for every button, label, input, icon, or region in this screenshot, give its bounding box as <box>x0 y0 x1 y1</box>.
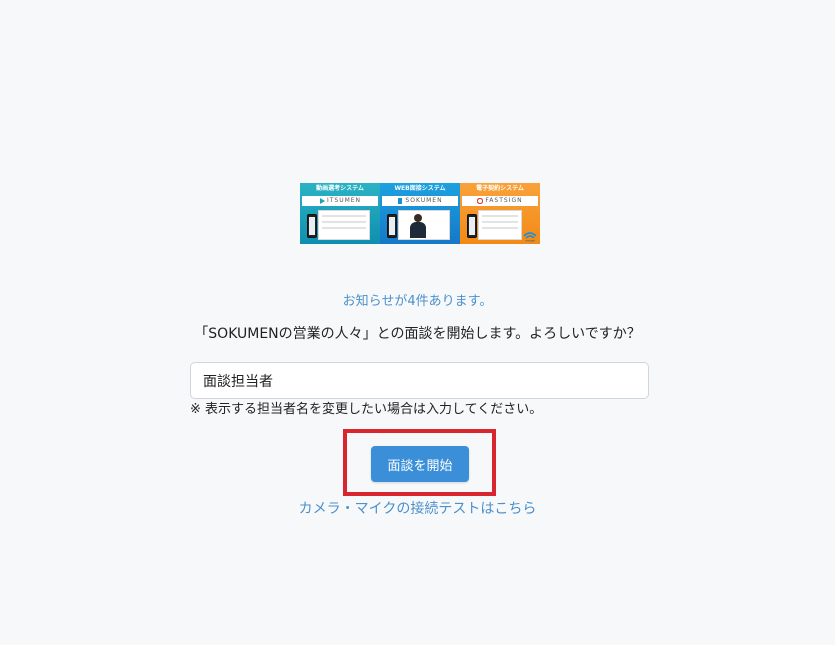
brand-mark-text: merge <box>525 239 535 243</box>
camera-test-link-container: カメラ・マイクの接続テストはこちら <box>0 499 835 519</box>
screen-image <box>398 210 450 240</box>
screen-image <box>318 210 370 240</box>
banner-logo: FASTSIGN <box>485 197 523 204</box>
merge-logo-icon: merge <box>523 232 537 243</box>
signature-icon <box>477 198 484 204</box>
banner-panel-fastsign: 電子契約システム FASTSIGN merge <box>460 183 540 244</box>
person-image <box>409 214 427 238</box>
start-interview-button[interactable]: 面談を開始 <box>371 446 469 482</box>
person-icon <box>398 198 403 204</box>
banner-panel-sokumen: WEB面接システム SOKUMEN <box>380 183 460 244</box>
interviewer-name-input[interactable] <box>190 362 649 399</box>
phone-image <box>467 214 477 238</box>
play-icon <box>319 198 325 204</box>
page: 動画選考システム ITSUMEN WEB面接システム SOKUMEN 電子契約シ… <box>0 0 835 645</box>
banner-logo: ITSUMEN <box>326 197 362 204</box>
phone-image <box>307 214 317 238</box>
banner-caption: WEB面接システム <box>394 185 446 192</box>
hint-text: ※ 表示する担当者名を変更したい場合は入力してください。 <box>190 402 543 417</box>
banner-logo-row: SOKUMEN <box>382 196 458 206</box>
banner-caption: 動画選考システム <box>316 185 364 192</box>
banner-panel-itsumen: 動画選考システム ITSUMEN <box>300 183 380 244</box>
banner-logo-row: ITSUMEN <box>302 196 378 206</box>
banner-logo-row: FASTSIGN <box>462 196 538 206</box>
camera-mic-test-link[interactable]: カメラ・マイクの接続テストはこちら <box>299 501 537 517</box>
banner-caption: 電子契約システム <box>476 185 524 192</box>
phone-image <box>387 214 397 238</box>
screen-image <box>478 210 522 240</box>
notice-link[interactable]: お知らせが4件あります。 <box>0 293 835 311</box>
service-banner[interactable]: 動画選考システム ITSUMEN WEB面接システム SOKUMEN 電子契約シ… <box>300 183 540 244</box>
banner-logo: SOKUMEN <box>405 197 443 204</box>
confirm-question: 「SOKUMENの営業の人々」との面談を開始します。よろしいですか？ <box>194 326 641 342</box>
